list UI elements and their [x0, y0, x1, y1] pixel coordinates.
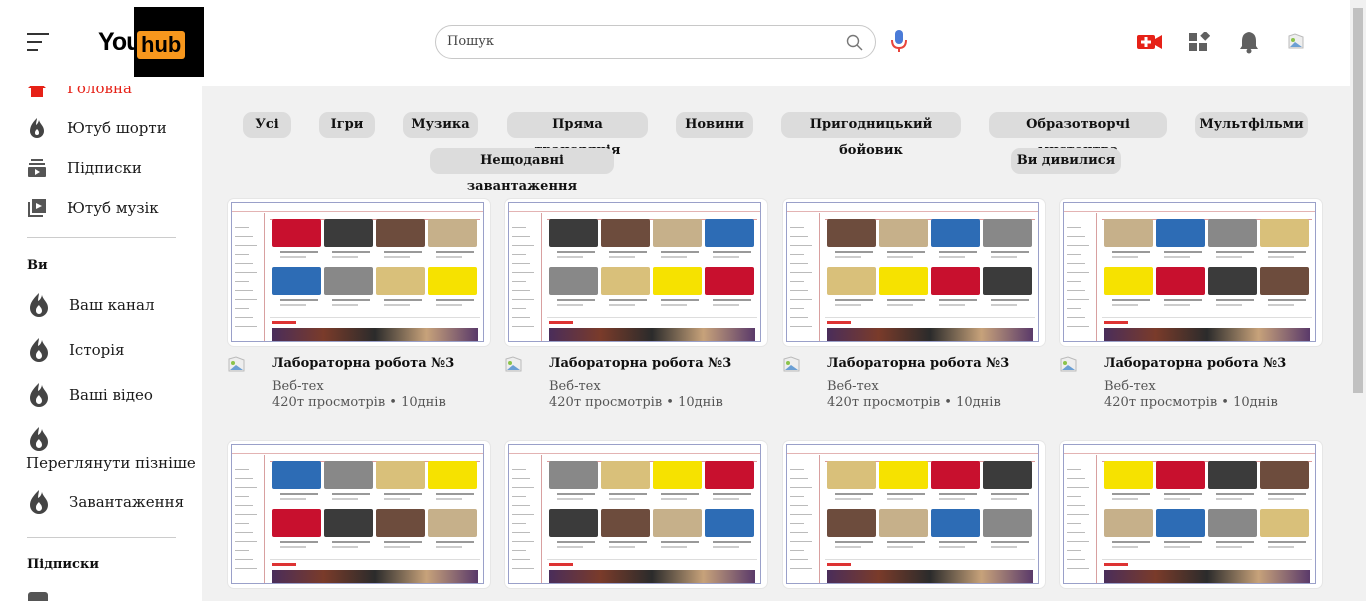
thumbnail-preview [231, 444, 484, 584]
menu-icon[interactable] [27, 33, 49, 51]
video-meta: 420т просмотрів • 10днів [1104, 395, 1278, 410]
chip-news[interactable]: Новини [676, 112, 753, 138]
shorts-icon [26, 117, 48, 139]
channel-avatar[interactable] [783, 356, 801, 372]
video-card[interactable] [783, 441, 1045, 588]
sidebar-item-watch-later[interactable]: Переглянути пізніше [26, 454, 196, 472]
sidebar-item-label: Ютуб шорти [67, 119, 167, 137]
video-title[interactable]: Лабораторна робота №3 [827, 356, 1009, 371]
thumbnail-preview [786, 202, 1039, 342]
sidebar-divider [27, 537, 176, 538]
sidebar-item-label: Історія [69, 341, 125, 359]
sidebar-item-downloads[interactable]: Завантаження [28, 490, 185, 514]
sidebar-item-home[interactable]: Головна [26, 86, 132, 99]
sidebar: Головна Ютуб шорти Підписки Ютуб музік В… [0, 86, 202, 601]
flame-icon [28, 338, 50, 362]
chip-all[interactable]: Усі [243, 112, 291, 138]
sidebar-item-label: Завантаження [69, 493, 185, 511]
search-input[interactable] [447, 34, 827, 49]
video-card[interactable] [505, 441, 767, 588]
thumbnail-preview [508, 444, 761, 584]
sidebar-item-your-channel[interactable]: Ваш канал [28, 293, 155, 317]
video-thumbnail[interactable] [228, 199, 490, 346]
sidebar-heading-subscriptions: Підписки [27, 557, 99, 572]
sidebar-item-shorts[interactable]: Ютуб шорти [26, 117, 167, 139]
video-card[interactable] [228, 441, 490, 588]
chip-action-adventure[interactable]: Пригодницький бойовик [781, 112, 961, 158]
sidebar-item-music[interactable]: Ютуб музік [26, 197, 159, 219]
sidebar-item-label: Ваші відео [69, 386, 153, 404]
music-icon [26, 197, 48, 219]
chip-live[interactable]: Пряма трансляція [507, 112, 648, 158]
flame-icon [28, 293, 50, 317]
thumbnail-preview [508, 202, 761, 342]
chip-fine-arts[interactable]: Образотворчі мистецтва [989, 112, 1167, 158]
video-thumbnail[interactable] [783, 441, 1045, 588]
video-channel[interactable]: Веб-тех [827, 379, 879, 394]
video-card[interactable]: Лабораторна робота №3 Веб-тех 420т просм… [228, 199, 490, 410]
sidebar-divider [27, 237, 176, 238]
sidebar-item-history[interactable]: Історія [28, 338, 125, 362]
flame-icon [28, 490, 50, 514]
channel-avatar[interactable] [228, 356, 246, 372]
home-icon [26, 86, 48, 99]
search-box [435, 25, 876, 59]
sidebar-item-your-videos[interactable]: Ваші відео [28, 383, 153, 407]
sidebar-item-label: Переглянути пізніше [26, 454, 196, 472]
video-channel[interactable]: Веб-тех [272, 379, 324, 394]
sidebar-item-label: Ютуб музік [67, 199, 159, 217]
thumbnail-preview [1063, 444, 1316, 584]
flame-icon [28, 383, 50, 407]
video-meta: 420т просмотрів • 10днів [549, 395, 723, 410]
logo-text-you: You [98, 27, 141, 56]
video-channel[interactable]: Веб-тех [549, 379, 601, 394]
video-card[interactable]: Лабораторна робота №3 Веб-тех 420т просм… [505, 199, 767, 410]
subscriptions-icon [28, 592, 48, 601]
scrollbar-thumb[interactable] [1353, 8, 1363, 393]
sidebar-item-subscriptions[interactable]: Підписки [26, 157, 142, 179]
sidebar-item-watch-later-icon-row[interactable] [28, 427, 69, 451]
thumbnail-preview [1063, 202, 1316, 342]
channel-avatar[interactable] [505, 356, 523, 372]
chip-cartoons[interactable]: Мультфільми [1195, 112, 1308, 138]
create-video-icon[interactable] [1137, 33, 1162, 51]
video-thumbnail[interactable] [1060, 441, 1322, 588]
video-title[interactable]: Лабораторна робота №3 [1104, 356, 1286, 371]
mic-icon[interactable] [890, 29, 908, 53]
thumbnail-preview [231, 202, 484, 342]
video-title[interactable]: Лабораторна робота №3 [272, 356, 454, 371]
sidebar-item-label: Головна [67, 86, 132, 97]
apps-icon[interactable] [1189, 32, 1210, 52]
video-thumbnail[interactable] [783, 199, 1045, 346]
video-thumbnail[interactable] [228, 441, 490, 588]
search-icon[interactable] [846, 34, 863, 51]
sidebar-item-label: Підписки [67, 159, 142, 177]
video-thumbnail[interactable] [505, 199, 767, 346]
video-thumbnail[interactable] [505, 441, 767, 588]
top-header: You hub [0, 0, 1350, 86]
subscriptions-icon [26, 157, 48, 179]
sidebar-heading-you: Ви [27, 258, 48, 273]
video-meta: 420т просмотрів • 10днів [272, 395, 446, 410]
video-card[interactable]: Лабораторна робота №3 Веб-тех 420т просм… [783, 199, 1045, 410]
thumbnail-preview [786, 444, 1039, 584]
video-meta: 420т просмотрів • 10днів [827, 395, 1001, 410]
avatar[interactable] [1287, 33, 1305, 51]
logo-text-hub: hub [137, 31, 186, 59]
video-card[interactable]: Лабораторна робота №3 Веб-тех 420т просм… [1060, 199, 1322, 410]
channel-avatar[interactable] [1060, 356, 1078, 372]
chip-music[interactable]: Музика [403, 112, 478, 138]
chip-games[interactable]: Ігри [319, 112, 375, 138]
scrollbar[interactable] [1350, 0, 1366, 601]
video-channel[interactable]: Веб-тех [1104, 379, 1156, 394]
flame-icon [28, 427, 50, 451]
bell-icon[interactable] [1239, 30, 1259, 54]
video-card[interactable] [1060, 441, 1322, 588]
video-thumbnail[interactable] [1060, 199, 1322, 346]
chip-watched[interactable]: Ви дивилися [1011, 148, 1121, 174]
chip-recent-uploads[interactable]: Нещодавні завантаження [430, 148, 614, 194]
video-title[interactable]: Лабораторна робота №3 [549, 356, 731, 371]
youhub-logo[interactable]: You hub [91, 7, 204, 77]
sidebar-item-label: Ваш канал [69, 296, 155, 314]
